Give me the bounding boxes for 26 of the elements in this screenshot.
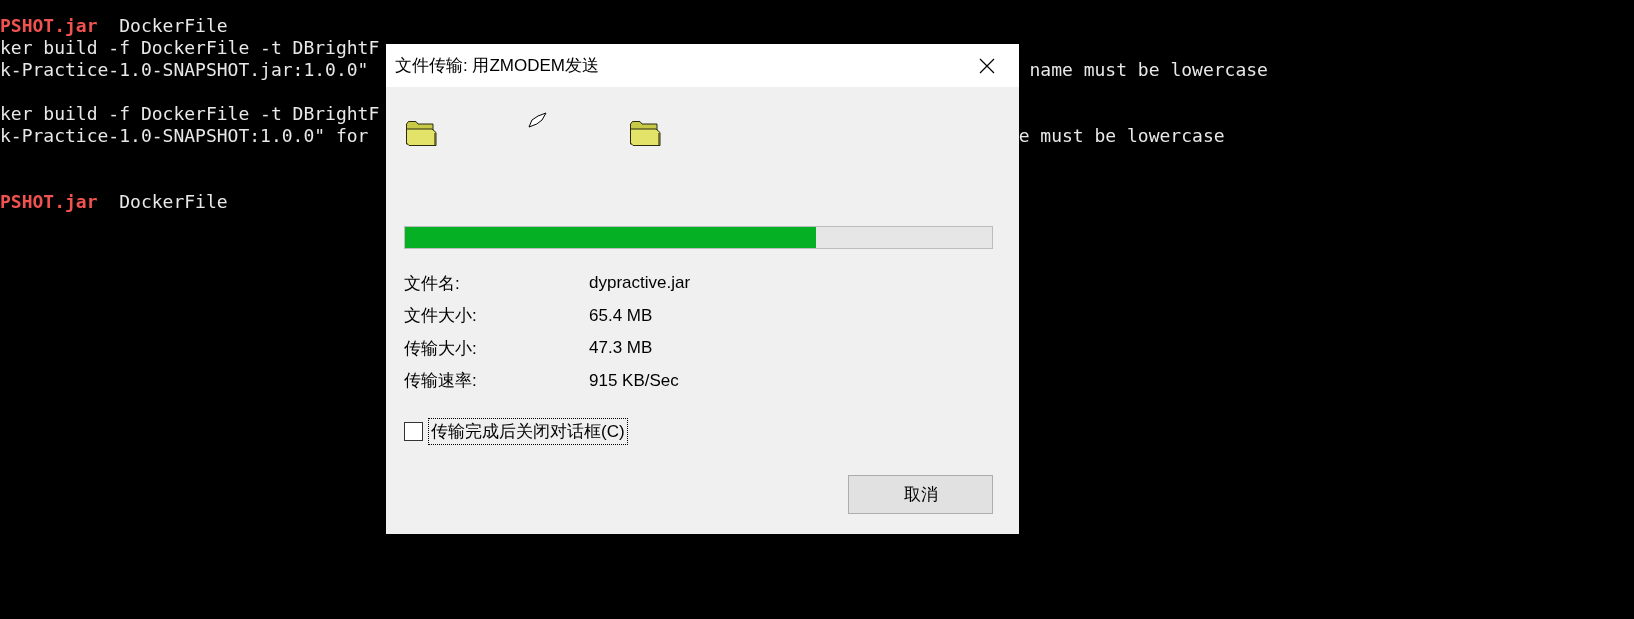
checkbox[interactable] xyxy=(404,422,423,441)
field-value: 65.4 MB xyxy=(589,305,653,326)
close-icon xyxy=(979,57,995,74)
field-value: 915 KB/Sec xyxy=(589,370,679,391)
folder-icon xyxy=(405,120,438,147)
terminal-text: DockerFile xyxy=(119,15,228,37)
cancel-button[interactable]: 取消 xyxy=(848,475,993,514)
checkbox-label[interactable]: 传输完成后关闭对话框(C) xyxy=(428,418,628,445)
field-label: 文件大小: xyxy=(404,305,477,328)
field-value: 47.3 MB xyxy=(589,338,653,359)
field-label: 文件名: xyxy=(404,272,460,295)
terminal-text: name must be lowercase xyxy=(1029,59,1268,81)
paper-sheet-icon xyxy=(528,112,547,128)
terminal-text: DockerFile xyxy=(119,191,228,213)
terminal-text: k-Practice-1.0-SNAPSHOT:1.0.0" for xyxy=(0,125,369,147)
terminal-text: e must be lowercase xyxy=(1018,125,1225,147)
terminal-text: ker build -f DockerFile -t DBrightF xyxy=(0,103,380,125)
window-title: 文件传输: 用ZMODEM发送 xyxy=(395,55,599,77)
terminal-text: PSHOT.jar xyxy=(0,191,98,213)
field-value: dypractive.jar xyxy=(589,273,691,294)
terminal-text: PSHOT.jar xyxy=(0,15,98,37)
field-label: 传输速率: xyxy=(404,370,477,393)
folder-icon xyxy=(629,120,662,147)
field-label: 传输大小: xyxy=(404,337,477,360)
terminal-text: ker build -f DockerFile -t DBrightF xyxy=(0,37,380,59)
terminal-text: k-Practice-1.0-SNAPSHOT.jar:1.0.0" xyxy=(0,59,369,81)
